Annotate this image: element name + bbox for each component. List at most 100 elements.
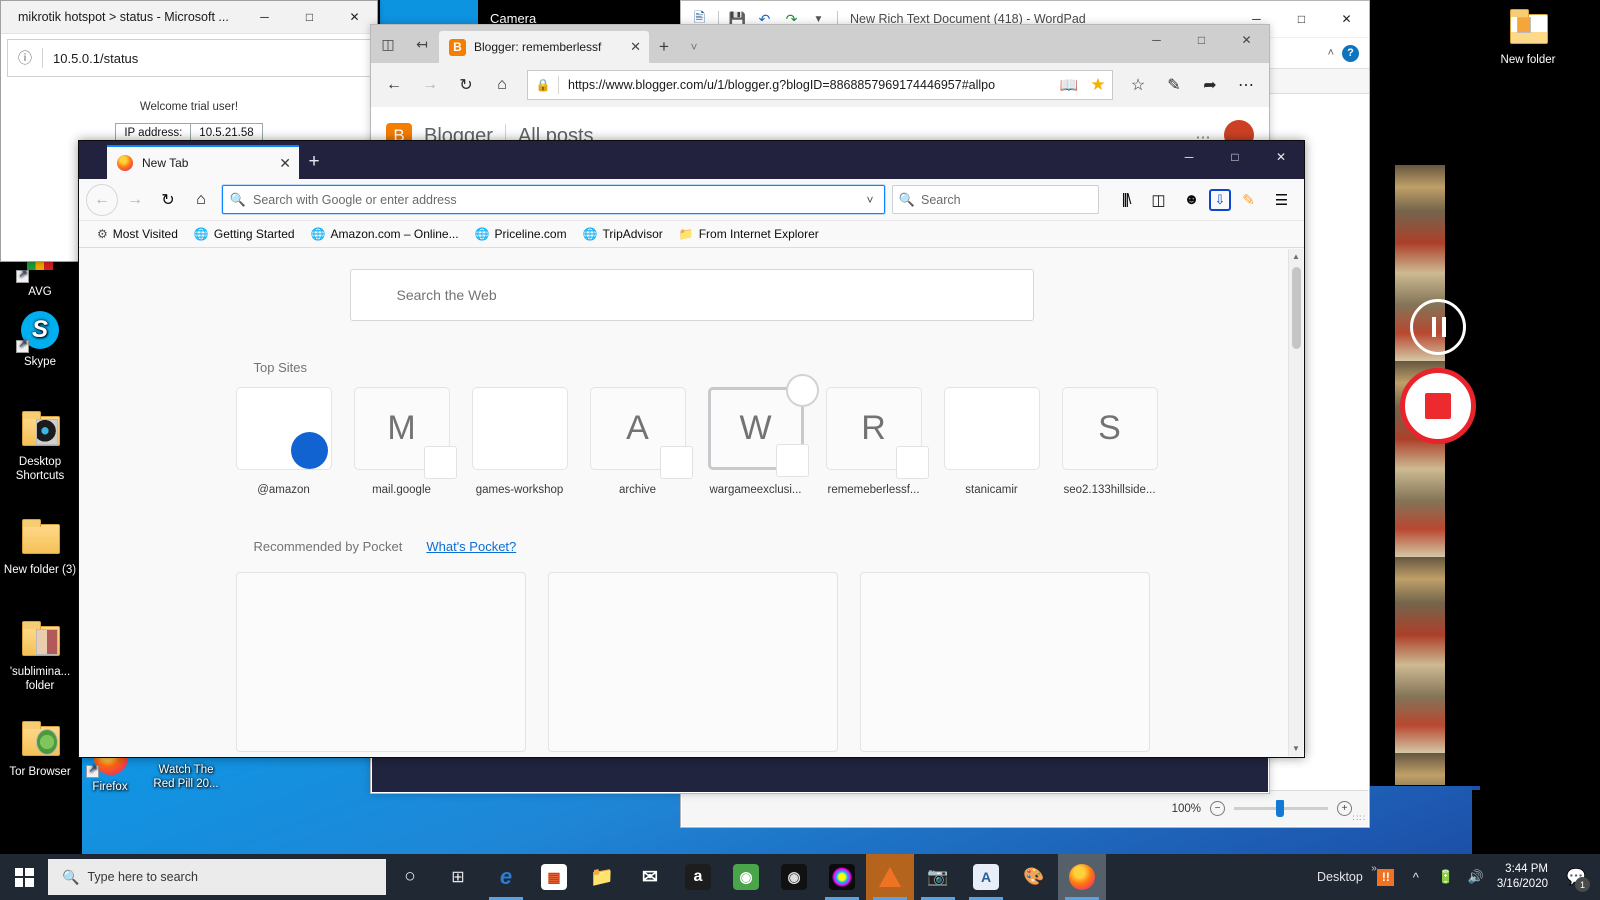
notes-icon[interactable]: ✎ [1157, 68, 1191, 102]
topsite-thumbnail[interactable] [471, 387, 568, 470]
downloads-icon[interactable]: ⇩ [1209, 188, 1231, 211]
ie-minimize-button[interactable]: ─ [242, 1, 287, 33]
taskbar-app-color-wheel[interactable] [818, 854, 866, 900]
edge-maximize-button[interactable]: □ [1179, 25, 1224, 55]
taskbar-app-tripadvisor[interactable]: ◉ [722, 854, 770, 900]
taskbar-app-amazon[interactable]: a [674, 854, 722, 900]
menu-icon[interactable]: ☰ [1266, 184, 1297, 215]
taskbar-app-vlc[interactable] [866, 854, 914, 900]
home-icon[interactable]: ⌂ [185, 184, 217, 216]
volume-icon[interactable]: 🔊 [1461, 854, 1491, 900]
reload-icon[interactable]: ↻ [152, 184, 184, 216]
pocket-card[interactable] [235, 572, 526, 752]
bookmark-priceline[interactable]: 🌐 Priceline.com [469, 224, 573, 244]
firefox-minimize-button[interactable]: ─ [1166, 141, 1212, 173]
scroll-up-icon[interactable]: ▲ [1289, 249, 1303, 264]
new-tab-button[interactable]: + [299, 145, 329, 179]
zoom-in-button[interactable]: + [1337, 801, 1352, 816]
reading-view-icon[interactable]: 📖 [1054, 76, 1084, 94]
refresh-icon[interactable]: ↻ [449, 68, 483, 102]
wordpad-maximize-button[interactable]: □ [1279, 3, 1324, 35]
close-icon[interactable]: ✕ [279, 155, 291, 172]
firefox-toolbar-icons[interactable]: |||\ ◫ ☻ ⇩ ✎ ☰ [1110, 184, 1297, 215]
topsite-thumbnail[interactable]: M [353, 387, 457, 479]
ie-address-bar[interactable]: ⓘ 10.5.0.1/status [7, 39, 371, 77]
overflow-icon[interactable]: » [1371, 863, 1377, 874]
bookmark-most-visited[interactable]: ⚙ Most Visited [91, 224, 184, 244]
topsite-tile-selected[interactable]: W wargameexclusi... [707, 374, 819, 496]
battery-icon[interactable]: 🔋 [1431, 854, 1461, 900]
desktop-icon-new-folder-3[interactable]: New folder (3) [2, 518, 78, 578]
more-icon[interactable]: ⋯ [1229, 68, 1263, 102]
start-button[interactable] [0, 854, 48, 900]
taskbar-app-microsoft-store[interactable]: ▦ [530, 854, 578, 900]
topsite-tile[interactable]: @amazon [235, 387, 332, 496]
topsite-tile[interactable]: stanicamir [943, 387, 1040, 496]
topsite-thumbnail[interactable]: A [589, 387, 693, 479]
favorites-icon[interactable]: ☆ [1121, 68, 1155, 102]
taskbar-app-camera[interactable]: 📷 [914, 854, 962, 900]
taskbar-app-webcam[interactable]: ◉ [770, 854, 818, 900]
topsite-tile[interactable]: R rememeberlessf... [825, 387, 929, 496]
scroll-down-icon[interactable]: ▼ [1289, 741, 1303, 756]
firefox-titlebar[interactable]: New Tab ✕ + ─ □ ✕ [79, 141, 1304, 179]
scrollbar-thumb[interactable] [1292, 267, 1301, 349]
desktop-icon-subliminal-folder[interactable]: 'sublimina... folder [2, 620, 78, 693]
zoom-slider[interactable] [1234, 800, 1328, 817]
bookmark-getting-started[interactable]: 🌐 Getting Started [188, 224, 301, 244]
newtab-search-input[interactable]: Search the Web [349, 269, 1034, 321]
pocket-card[interactable] [547, 572, 838, 752]
show-desktop-label[interactable]: Desktop » [1309, 863, 1377, 884]
firefox-window[interactable]: New Tab ✕ + ─ □ ✕ ← → ↻ ⌂ 🔍 Search with … [78, 140, 1305, 758]
taskbar-app-edge[interactable]: e [482, 854, 530, 900]
topsite-thumbnail[interactable] [943, 387, 1040, 470]
taskbar[interactable]: 🔍 Type here to search ○ ⊞ e ▦ 📁 ✉ a ◉ ◉ [0, 854, 1600, 900]
topsite-thumbnail[interactable]: W [707, 374, 819, 477]
topsite-thumbnail[interactable]: S [1061, 387, 1158, 470]
edge-address-bar[interactable]: 🔒 https://www.blogger.com/u/1/blogger.g?… [527, 70, 1113, 100]
firefox-maximize-button[interactable]: □ [1212, 141, 1258, 173]
notifications-button[interactable]: 💬 1 [1558, 854, 1594, 900]
back-icon[interactable]: ← [86, 183, 118, 216]
desktop-icon-tor-browser[interactable]: Tor Browser [2, 720, 78, 780]
pocket-card[interactable] [859, 572, 1150, 752]
zoom-out-button[interactable]: − [1210, 801, 1225, 816]
topsite-tile[interactable]: S seo2.133hillside... [1061, 387, 1158, 496]
library-icon[interactable]: |||\ [1110, 184, 1141, 215]
pause-button[interactable] [1410, 299, 1466, 355]
home-icon[interactable]: ⌂ [485, 68, 519, 102]
new-tab-button[interactable]: + [649, 31, 679, 63]
share-icon[interactable]: ➦ [1193, 68, 1227, 102]
collapse-ribbon-icon[interactable]: ˄ [1328, 47, 1334, 59]
desktop-icon-new-folder[interactable]: New folder [1490, 8, 1566, 68]
stop-record-button[interactable] [1400, 368, 1476, 444]
topsite-tile[interactable]: M mail.google [353, 387, 457, 496]
topsite-thumbnail[interactable] [235, 387, 332, 470]
favorite-star-icon[interactable]: ★ [1084, 75, 1112, 95]
taskbar-app-wordpad[interactable]: A [962, 854, 1010, 900]
help-icon[interactable]: ? [1342, 44, 1359, 62]
zoom-slider-thumb[interactable] [1276, 800, 1284, 817]
ie-titlebar[interactable]: mikrotik hotspot > status - Microsoft ..… [1, 1, 377, 34]
topsite-tile[interactable]: A archive [589, 387, 693, 496]
tray-expand-icon[interactable]: ^ [1401, 854, 1431, 900]
edge-close-button[interactable]: ✕ [1224, 25, 1269, 55]
bookmark-from-internet-explorer[interactable]: 📁 From Internet Explorer [673, 224, 825, 244]
edge-tab-strip[interactable]: ◫ ↤ B Blogger: rememberlessf ✕ + ˅ ─ □ ✕ [371, 25, 1269, 63]
bookmark-amazon[interactable]: 🌐 Amazon.com – Online... [305, 224, 465, 244]
edge-toolbar[interactable]: ← → ↻ ⌂ 🔒 https://www.blogger.com/u/1/bl… [371, 63, 1269, 107]
taskbar-clock[interactable]: 3:44 PM 3/16/2020 [1491, 862, 1558, 892]
close-icon[interactable]: ✕ [630, 39, 641, 55]
ie-maximize-button[interactable]: □ [287, 1, 332, 33]
desktop-icon-skype[interactable]: S Skype [2, 310, 78, 370]
task-view-button[interactable]: ⊞ [434, 854, 482, 900]
system-tray[interactable]: Desktop » !! ^ 🔋 🔊 3:44 PM 3/16/2020 💬 1 [1309, 854, 1600, 900]
avg-tray-icon[interactable]: !! [1371, 854, 1401, 900]
chevron-down-icon[interactable]: ˅ [679, 31, 709, 63]
forward-icon[interactable]: → [413, 68, 447, 102]
taskbar-search-input[interactable]: 🔍 Type here to search [48, 859, 386, 895]
firefox-navigation-toolbar[interactable]: ← → ↻ ⌂ 🔍 Search with Google or enter ad… [79, 179, 1304, 221]
desktop-icon-desktop-shortcuts[interactable]: Desktop Shortcuts [2, 410, 78, 483]
firefox-close-button[interactable]: ✕ [1258, 141, 1304, 173]
firefox-scrollbar[interactable]: ▲ ▼ [1288, 249, 1303, 756]
